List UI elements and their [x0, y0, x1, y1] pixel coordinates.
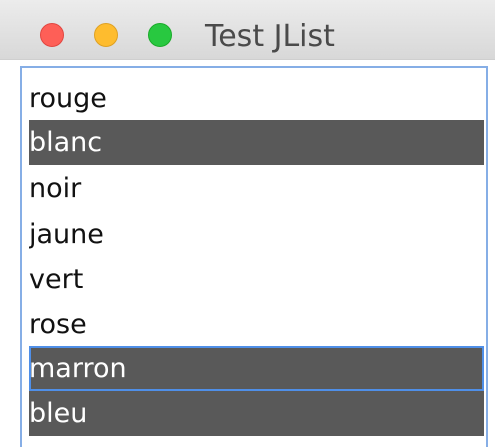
close-icon[interactable]: [40, 23, 64, 47]
list-item-blanc[interactable]: blanc: [29, 120, 484, 165]
maximize-icon[interactable]: [148, 23, 172, 47]
list-item-rose[interactable]: rose: [29, 302, 484, 347]
list-item-jaune[interactable]: jaune: [29, 212, 484, 257]
title-bar[interactable]: Test JList: [0, 0, 495, 60]
list-item-vert[interactable]: vert: [29, 257, 484, 302]
minimize-icon[interactable]: [94, 23, 118, 47]
content-area: rouge blanc noir jaune vert rose marron …: [0, 60, 495, 447]
color-list[interactable]: rouge blanc noir jaune vert rose marron …: [20, 66, 488, 447]
list-item-marron[interactable]: marron: [29, 346, 484, 391]
list-item-noir[interactable]: noir: [29, 166, 484, 211]
window-shell: Test JList rouge blanc noir jaune vert r…: [0, 0, 495, 447]
list-item-rouge[interactable]: rouge: [29, 76, 484, 121]
window-title: Test JList: [205, 19, 335, 54]
list-item-bleu[interactable]: bleu: [29, 391, 484, 436]
